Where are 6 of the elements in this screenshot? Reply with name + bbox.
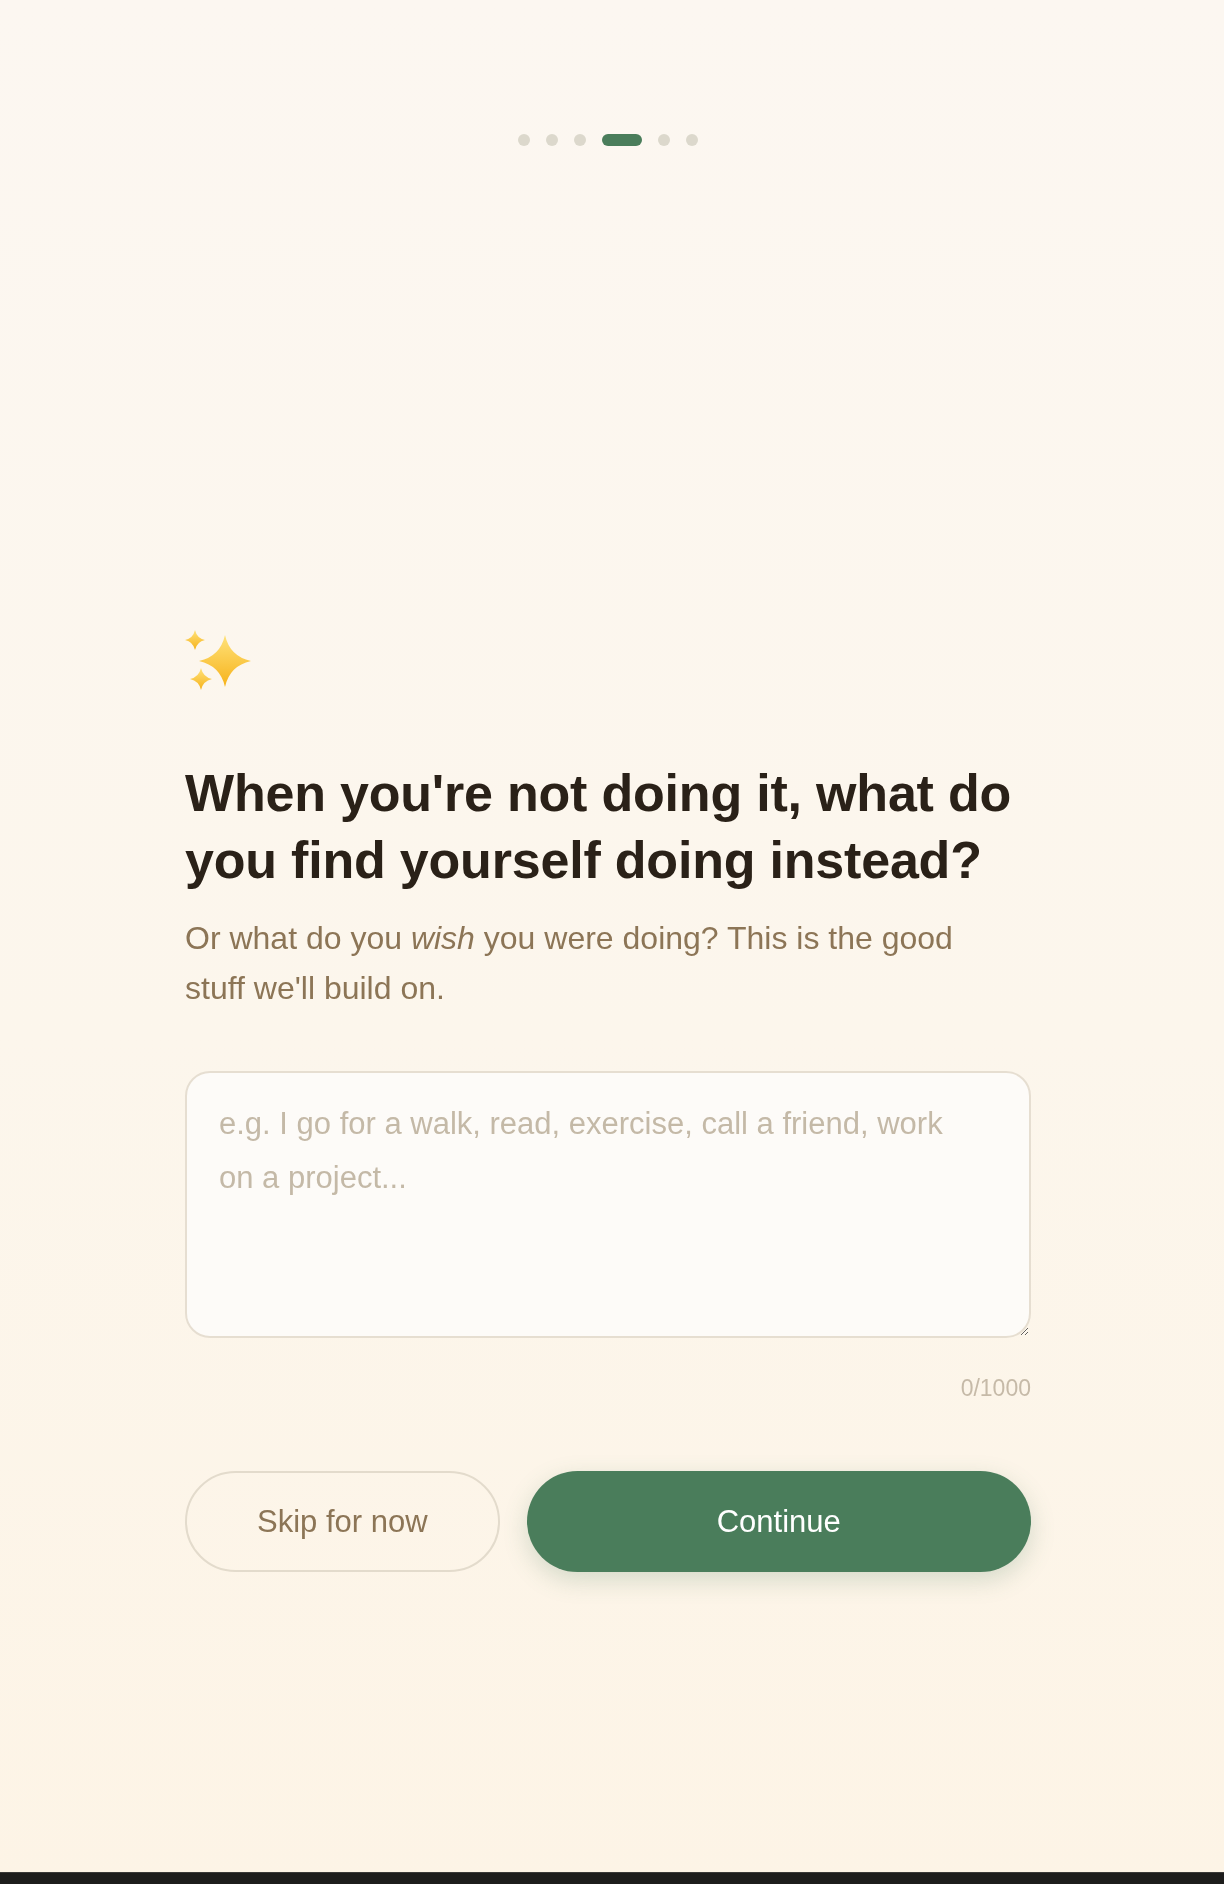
question-subtitle: Or what do you wish you were doing? This is the good stuff we'll build on. — [185, 919, 954, 1009]
answer-field[interactable]: e.g. I go for a walk, read, exercise, call a friend, work on a project... — [185, 1071, 1031, 1339]
character-counter: 0/1000 — [960, 1374, 1031, 1404]
skip-button[interactable]: Skip for now — [185, 1471, 500, 1573]
question-title: When you're not doing it, what do you find yourself doing instead? — [185, 763, 1013, 891]
continue-button[interactable]: Continue — [526, 1471, 1031, 1573]
